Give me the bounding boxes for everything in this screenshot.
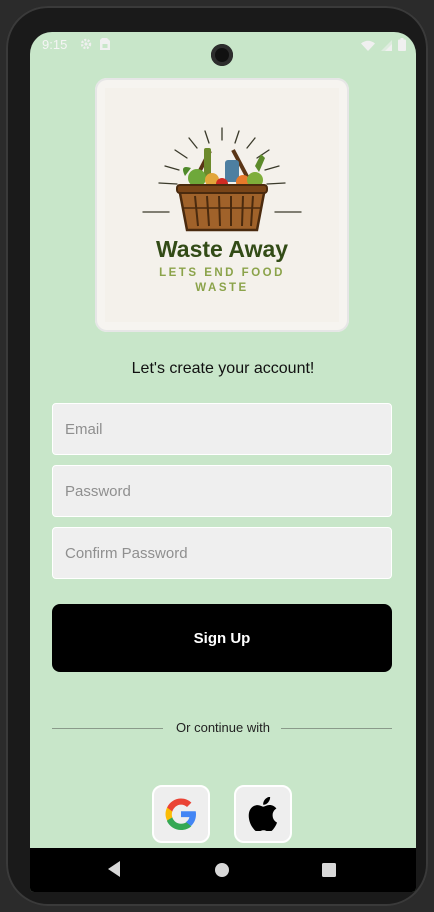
battery-icon — [398, 38, 406, 54]
sim-card-icon — [100, 38, 110, 53]
divider-right — [281, 728, 392, 729]
password-field[interactable] — [53, 466, 391, 516]
google-sign-in-button[interactable] — [152, 785, 210, 843]
email-field-container — [52, 403, 392, 455]
home-icon[interactable] — [214, 862, 230, 883]
apple-icon — [248, 797, 277, 831]
gear-icon — [80, 38, 92, 53]
logo-card: Waste Away LETS END FOOD WASTE — [95, 78, 349, 332]
confirm-password-field-container — [52, 527, 392, 579]
basket-illustration-icon — [142, 127, 302, 232]
apple-sign-in-button[interactable] — [234, 785, 292, 843]
back-icon[interactable] — [106, 860, 122, 883]
google-icon — [165, 798, 196, 830]
app-logo: Waste Away LETS END FOOD WASTE — [105, 88, 339, 322]
confirm-password-field[interactable] — [53, 528, 391, 578]
logo-title: Waste Away — [155, 236, 289, 262]
signal-icon — [381, 39, 392, 54]
system-nav-bar — [30, 848, 416, 892]
status-time: 9:15 — [42, 37, 68, 52]
phone-frame: 9:15 Waste Away LETS END FOOD WASTE Let'… — [6, 6, 428, 906]
password-field-container — [52, 465, 392, 517]
wifi-icon — [361, 39, 375, 54]
logo-tagline: LETS END FOOD WASTE — [159, 267, 285, 294]
app-screen: 9:15 Waste Away LETS END FOOD WASTE Let'… — [30, 32, 416, 892]
front-camera — [211, 44, 233, 66]
email-field[interactable] — [53, 404, 391, 454]
sign-up-button[interactable]: Sign Up — [52, 604, 392, 672]
page-title: Let's create your account! — [131, 360, 315, 377]
recents-icon[interactable] — [321, 862, 337, 883]
